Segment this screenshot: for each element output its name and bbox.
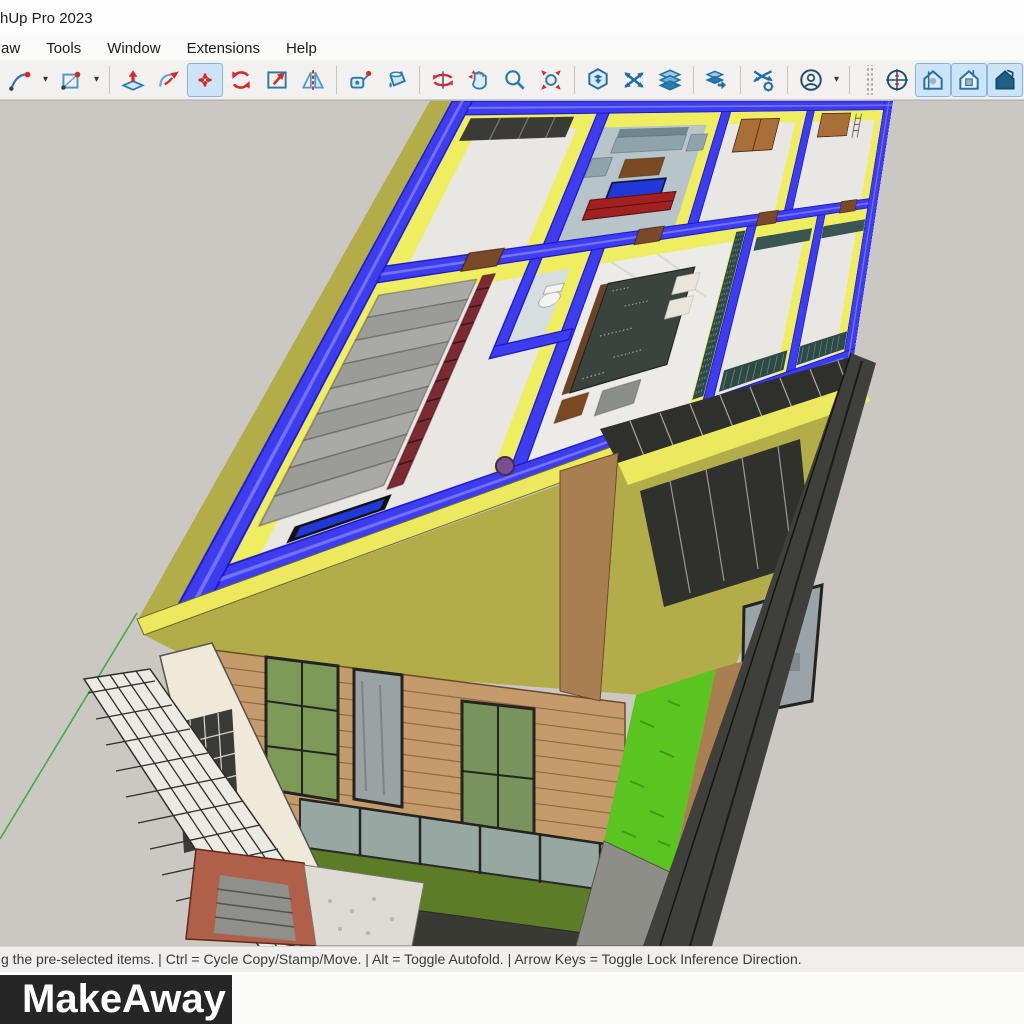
repair-gear-icon [751,67,777,93]
toolbar-divider [336,66,337,94]
get-models-button[interactable] [580,63,616,97]
rotate-button[interactable] [223,63,259,97]
menu-item-window[interactable]: Window [94,40,173,57]
repair-gear-button[interactable] [746,63,782,97]
section-view-1-button[interactable] [915,63,951,97]
look-around-button[interactable] [879,63,915,97]
paint-bucket-icon [383,67,409,93]
menu-item-tools[interactable]: Tools [33,40,94,57]
model-viewport[interactable] [0,100,1024,946]
toolbar-divider [849,66,850,94]
flip-along-icon [300,67,326,93]
move-icon [192,67,218,93]
flip-along-button[interactable] [295,63,331,97]
swap-arrows-icon [621,67,647,93]
menu-item-extensions[interactable]: Extensions [174,40,273,57]
zoom-extents-button[interactable] [533,63,569,97]
menu-item-draw[interactable]: aw [0,40,33,57]
layers-export-icon [704,67,730,93]
rectangle-tool-icon [58,67,84,93]
zoom-icon [502,67,528,93]
layers-stack-button[interactable] [652,63,688,97]
section-view-3-icon [992,67,1018,93]
toolbar-divider [787,66,788,94]
section-view-2-button[interactable] [951,63,987,97]
toolbar-divider [109,66,110,94]
toolbar: ▾ ▾ [0,60,1024,100]
tape-measure-icon [347,67,373,93]
zoom-extents-icon [538,67,564,93]
watermark-banner: MakeAway [0,975,232,1024]
window-title: hUp Pro 2023 [0,10,93,27]
scale-button[interactable] [259,63,295,97]
rectangle-tool-caret[interactable]: ▾ [89,63,104,97]
menu-item-help[interactable]: Help [273,40,330,57]
paint-bucket-button[interactable] [378,63,414,97]
layers-export-button[interactable] [699,63,735,97]
toolbar-divider [693,66,694,94]
push-pull-icon [120,67,146,93]
title-bar: hUp Pro 2023 [0,0,1024,36]
toolbar-divider [740,66,741,94]
push-pull-button[interactable] [115,63,151,97]
toolbar-grip-handle[interactable] [865,65,873,95]
follow-me-button[interactable] [151,63,187,97]
scale-icon [264,67,290,93]
arc-tool-icon [7,67,33,93]
pan-button[interactable] [461,63,497,97]
section-view-1-icon [920,67,946,93]
swap-arrows-button[interactable] [616,63,652,97]
account-button[interactable] [793,63,829,97]
menu-bar: aw Tools Window Extensions Help [0,36,1024,60]
orbit-button[interactable] [425,63,461,97]
look-around-icon [884,67,910,93]
tape-measure-button[interactable] [342,63,378,97]
zoom-button[interactable] [497,63,533,97]
facade-layer [0,101,1024,946]
move-button[interactable] [187,63,223,97]
status-bar: g the pre-selected items. | Ctrl = Cycle… [0,946,1024,972]
get-models-icon [585,67,611,93]
account-caret[interactable]: ▾ [829,63,844,97]
section-view-3-button[interactable] [987,63,1023,97]
move-anchor-dot[interactable] [496,457,514,475]
status-text: g the pre-selected items. | Ctrl = Cycle… [1,951,802,967]
rotate-icon [228,67,254,93]
layers-stack-icon [657,67,683,93]
orbit-icon [430,67,456,93]
watermark-text: MakeAway [22,977,226,1022]
section-view-2-icon [956,67,982,93]
pan-icon [466,67,492,93]
account-icon [798,67,824,93]
toolbar-divider [419,66,420,94]
toolbar-divider [574,66,575,94]
follow-me-icon [156,67,182,93]
arc-tool-caret[interactable]: ▾ [38,63,53,97]
bottom-strip: MakeAway [0,975,1024,1024]
rectangle-tool-button[interactable] [53,63,89,97]
arc-tool-button[interactable] [2,63,38,97]
